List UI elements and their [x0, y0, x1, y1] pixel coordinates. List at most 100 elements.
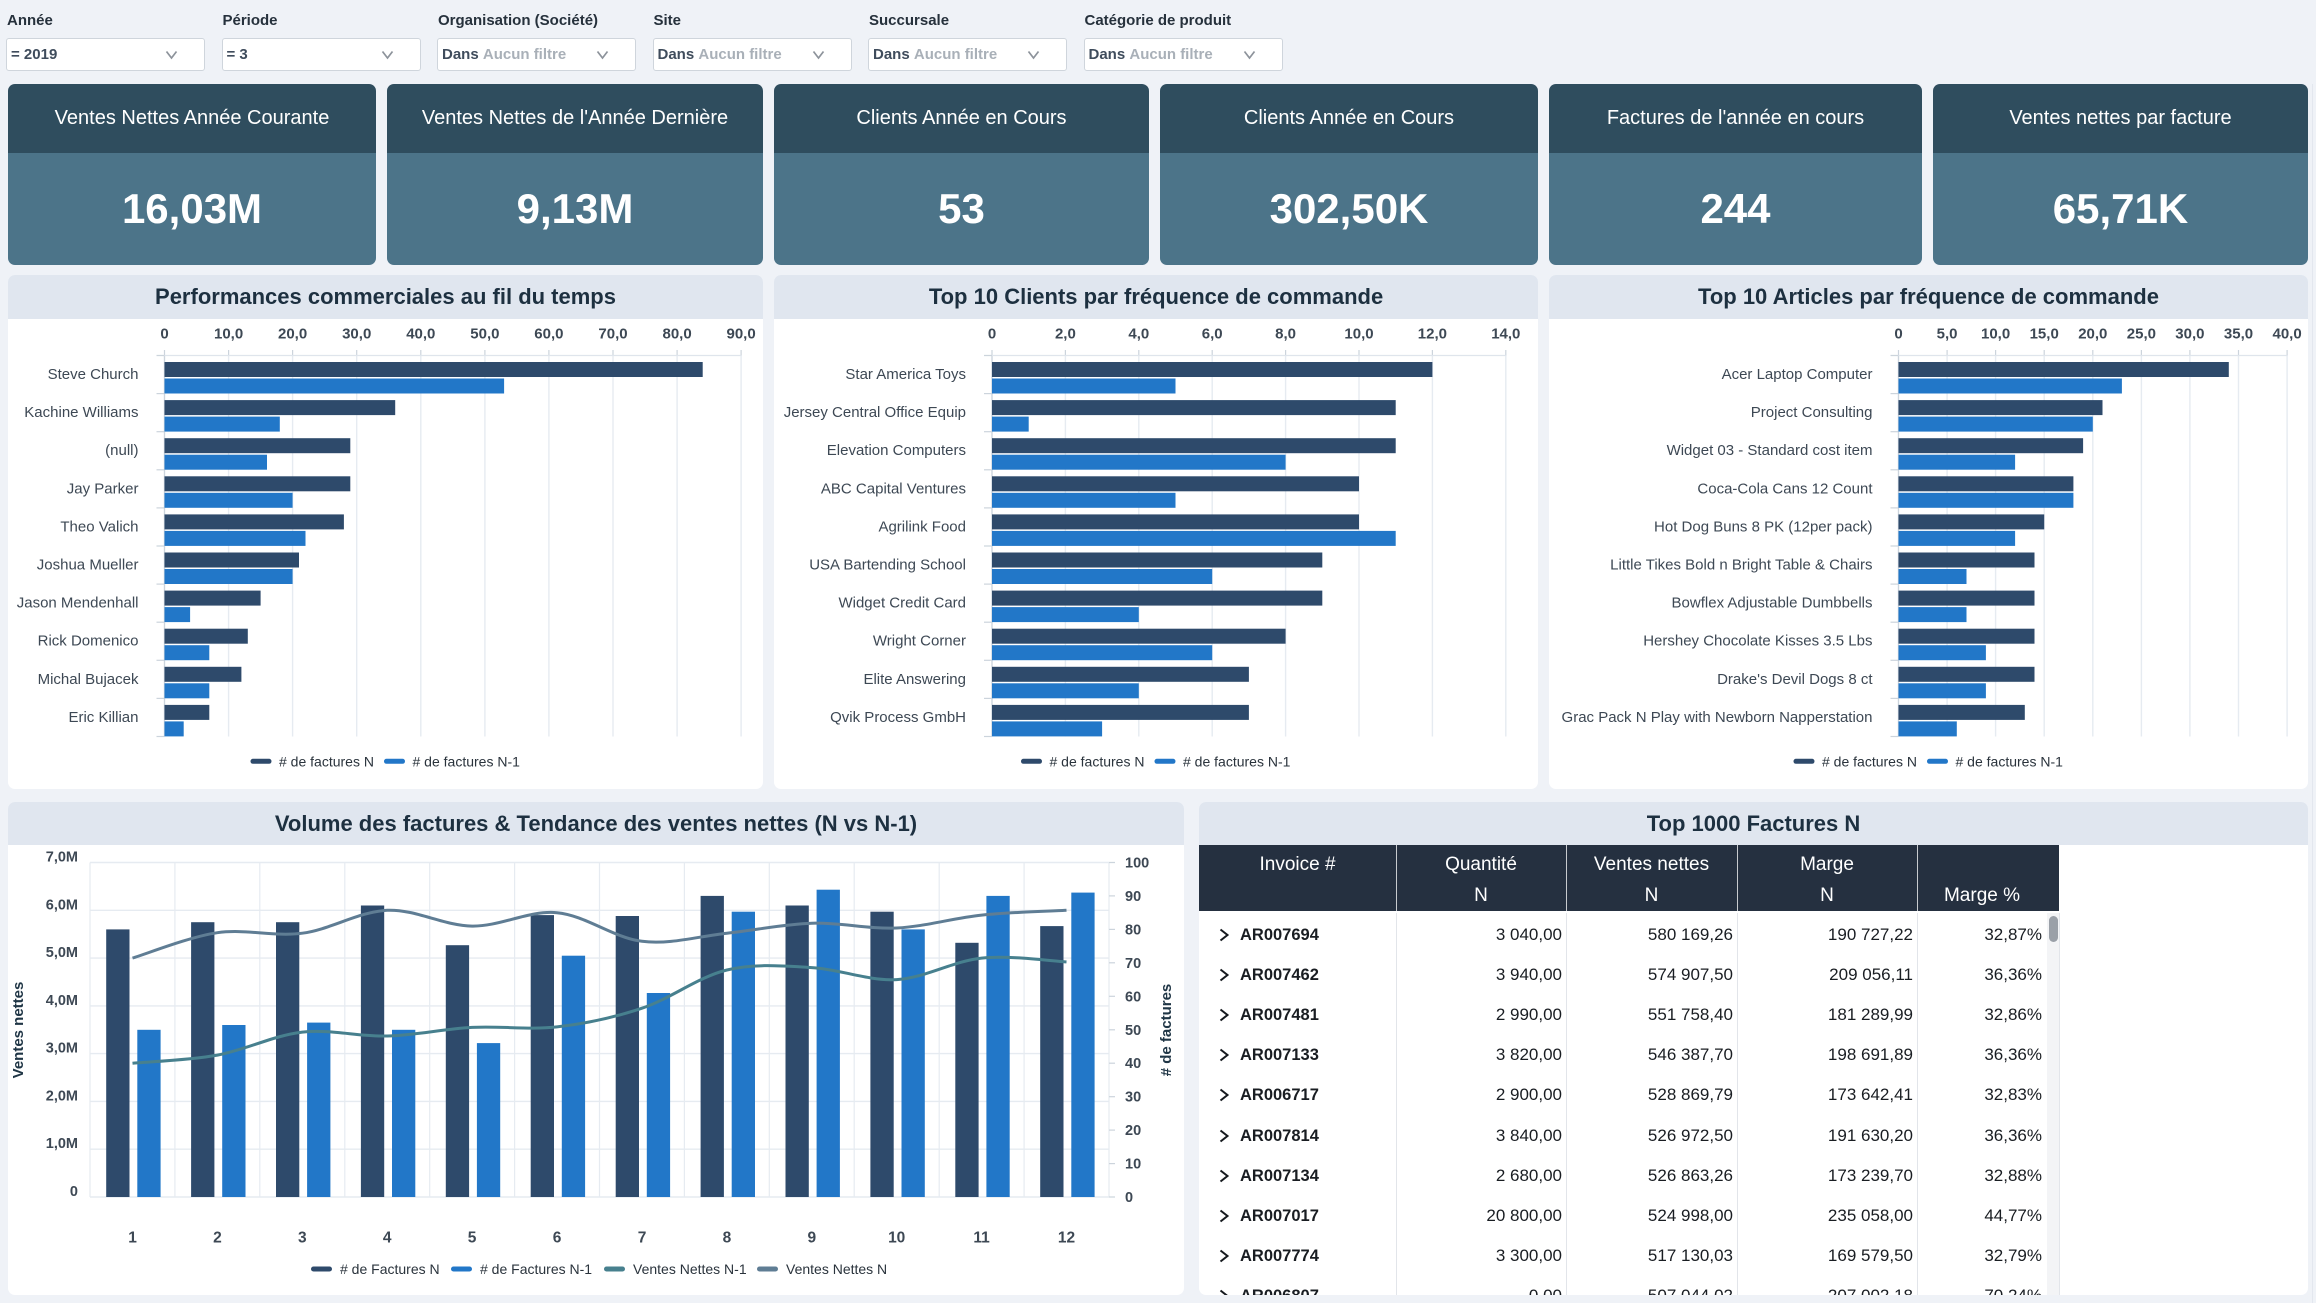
- svg-text:30: 30: [1125, 1090, 1141, 1106]
- svg-text:20,0: 20,0: [278, 326, 307, 343]
- svg-text:80,0: 80,0: [662, 326, 691, 343]
- svg-text:5: 5: [468, 1230, 477, 1247]
- svg-text:4,0: 4,0: [1128, 326, 1149, 343]
- svg-text:6,0M: 6,0M: [46, 897, 78, 913]
- svg-text:8,0: 8,0: [1275, 326, 1296, 343]
- svg-text:0: 0: [988, 326, 996, 343]
- svg-text:6: 6: [553, 1230, 562, 1247]
- svg-text:90: 90: [1125, 889, 1141, 905]
- svg-text:Acer Laptop Computer: Acer Laptop Computer: [1722, 366, 1873, 383]
- svg-text:10: 10: [1125, 1157, 1141, 1173]
- svg-text:60,0: 60,0: [534, 326, 563, 343]
- svg-text:Theo Valich: Theo Valich: [60, 518, 138, 535]
- svg-text:70,0: 70,0: [598, 326, 627, 343]
- svg-text:40,0: 40,0: [2272, 326, 2301, 343]
- svg-text:8: 8: [723, 1230, 732, 1247]
- svg-text:Elevation Computers: Elevation Computers: [827, 442, 966, 459]
- svg-text:7: 7: [638, 1230, 647, 1247]
- svg-text:0: 0: [70, 1184, 78, 1200]
- svg-text:Hershey Chocolate Kisses 3.5 L: Hershey Chocolate Kisses 3.5 Lbs: [1643, 633, 1872, 650]
- svg-text:# de factures N-1: # de factures N-1: [413, 753, 521, 769]
- svg-text:Steve Church: Steve Church: [48, 366, 139, 383]
- svg-text:(null): (null): [105, 442, 138, 459]
- svg-text:12: 12: [1058, 1230, 1075, 1247]
- svg-text:35,0: 35,0: [2224, 326, 2253, 343]
- svg-text:ABC Capital Ventures: ABC Capital Ventures: [821, 480, 966, 497]
- svg-text:Agrilink Food: Agrilink Food: [878, 518, 966, 535]
- svg-text:10: 10: [888, 1230, 905, 1247]
- svg-text:70: 70: [1125, 956, 1141, 972]
- svg-text:6,0: 6,0: [1202, 326, 1223, 343]
- svg-text:3,0M: 3,0M: [46, 1041, 78, 1057]
- svg-text:Wright Corner: Wright Corner: [873, 633, 966, 650]
- svg-text:2,0M: 2,0M: [46, 1088, 78, 1104]
- svg-text:5,0M: 5,0M: [46, 945, 78, 961]
- svg-text:Hot Dog Buns 8 PK (12per pack): Hot Dog Buns 8 PK (12per pack): [1654, 518, 1872, 535]
- svg-text:14,0: 14,0: [1491, 326, 1520, 343]
- svg-text:20: 20: [1125, 1123, 1141, 1139]
- svg-text:Elite Answering: Elite Answering: [863, 671, 966, 688]
- svg-text:1,0M: 1,0M: [46, 1136, 78, 1152]
- svg-text:# de factures: # de factures: [1158, 984, 1175, 1077]
- svg-text:# de Factures N-1: # de Factures N-1: [480, 1261, 592, 1277]
- svg-text:Project Consulting: Project Consulting: [1751, 404, 1873, 421]
- svg-text:Drake's Devil Dogs 8 ct: Drake's Devil Dogs 8 ct: [1717, 671, 1873, 688]
- svg-text:10,0: 10,0: [1344, 326, 1373, 343]
- svg-text:Bowflex Adjustable Dumbbells: Bowflex Adjustable Dumbbells: [1672, 595, 1873, 612]
- svg-text:# de factures N: # de factures N: [279, 753, 374, 769]
- svg-text:Jay Parker: Jay Parker: [67, 480, 139, 497]
- svg-text:Ventes nettes: Ventes nettes: [10, 982, 27, 1079]
- svg-text:10,0: 10,0: [214, 326, 243, 343]
- svg-text:0: 0: [1894, 326, 1902, 343]
- svg-text:USA Bartending School: USA Bartending School: [809, 557, 966, 574]
- svg-text:25,0: 25,0: [2127, 326, 2156, 343]
- svg-text:Little Tikes Bold n Bright Tab: Little Tikes Bold n Bright Table & Chair…: [1610, 557, 1872, 574]
- svg-text:90,0: 90,0: [726, 326, 755, 343]
- svg-text:3: 3: [298, 1230, 307, 1247]
- svg-text:0: 0: [160, 326, 168, 343]
- svg-text:11: 11: [973, 1230, 990, 1247]
- svg-text:2: 2: [213, 1230, 222, 1247]
- svg-text:Michal Bujacek: Michal Bujacek: [38, 671, 139, 688]
- svg-text:12,0: 12,0: [1418, 326, 1447, 343]
- svg-text:4,0M: 4,0M: [46, 993, 78, 1009]
- svg-text:Kachine Williams: Kachine Williams: [24, 404, 138, 421]
- svg-text:Eric Killian: Eric Killian: [68, 709, 138, 726]
- svg-text:60: 60: [1125, 989, 1141, 1005]
- svg-text:# de factures N: # de factures N: [1822, 753, 1917, 769]
- svg-text:15,0: 15,0: [2030, 326, 2059, 343]
- svg-text:80: 80: [1125, 922, 1141, 938]
- svg-text:Star America Toys: Star America Toys: [845, 366, 966, 383]
- svg-text:9: 9: [807, 1230, 816, 1247]
- svg-text:# de factures N-1: # de factures N-1: [1183, 753, 1291, 769]
- svg-text:# de factures N: # de factures N: [1050, 753, 1145, 769]
- svg-text:40: 40: [1125, 1056, 1141, 1072]
- svg-text:4: 4: [383, 1230, 392, 1247]
- svg-text:Qvik Process GmbH: Qvik Process GmbH: [830, 709, 966, 726]
- svg-text:1: 1: [128, 1230, 137, 1247]
- svg-text:7,0M: 7,0M: [46, 850, 78, 866]
- svg-text:Joshua Mueller: Joshua Mueller: [37, 557, 139, 574]
- svg-text:0: 0: [1125, 1190, 1133, 1206]
- svg-text:# de factures N-1: # de factures N-1: [1956, 753, 2064, 769]
- svg-text:Ventes Nettes N: Ventes Nettes N: [786, 1261, 887, 1277]
- svg-text:2,0: 2,0: [1055, 326, 1076, 343]
- svg-text:50,0: 50,0: [470, 326, 499, 343]
- svg-text:Jason Mendenhall: Jason Mendenhall: [17, 595, 139, 612]
- svg-text:10,0: 10,0: [1981, 326, 2010, 343]
- svg-text:20,0: 20,0: [2078, 326, 2107, 343]
- svg-text:40,0: 40,0: [406, 326, 435, 343]
- svg-text:Ventes Nettes N-1: Ventes Nettes N-1: [633, 1261, 747, 1277]
- svg-text:30,0: 30,0: [342, 326, 371, 343]
- svg-text:Rick Domenico: Rick Domenico: [38, 633, 139, 650]
- svg-text:Coca-Cola Cans 12 Count: Coca-Cola Cans 12 Count: [1697, 480, 1873, 497]
- svg-text:5,0: 5,0: [1937, 326, 1958, 343]
- svg-text:50: 50: [1125, 1023, 1141, 1039]
- svg-text:Grac Pack N Play with Newborn: Grac Pack N Play with Newborn Napperstat…: [1562, 709, 1873, 726]
- svg-text:# de Factures N: # de Factures N: [340, 1261, 440, 1277]
- svg-text:Jersey Central Office Equip: Jersey Central Office Equip: [784, 404, 966, 421]
- svg-text:100: 100: [1125, 856, 1149, 872]
- svg-text:30,0: 30,0: [2175, 326, 2204, 343]
- svg-text:Widget Credit Card: Widget Credit Card: [838, 595, 966, 612]
- svg-text:Widget 03 - Standard cost item: Widget 03 - Standard cost item: [1667, 442, 1873, 459]
